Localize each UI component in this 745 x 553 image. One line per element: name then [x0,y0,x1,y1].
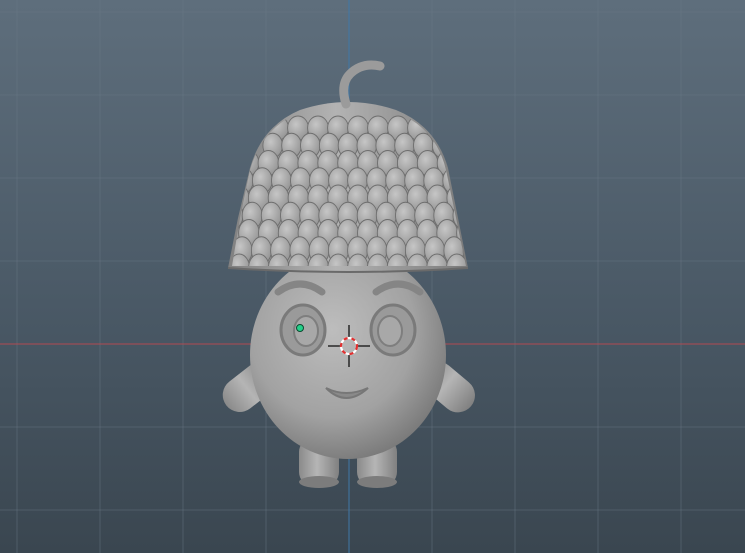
cap-scale [194,237,214,265]
cap-scale [486,254,507,282]
cap-scale [179,220,200,247]
viewport-scene[interactable] [0,0,745,553]
cap-scale [174,237,194,265]
acorn-cap [150,102,547,282]
cap-scale [442,167,464,194]
cap-scale [465,253,466,266]
3d-viewport[interactable] [0,0,745,553]
cap-scale [150,254,171,282]
cap-scale [506,254,527,282]
cap-scale [496,220,517,247]
cap-scale [199,220,220,247]
cap-scale [491,202,511,229]
right-eye [369,303,417,357]
object-origin-pivot[interactable] [296,324,304,332]
cap-scale [467,185,488,211]
cap-scale [482,237,502,265]
cap-scale [472,202,492,229]
cap-scale [526,254,547,282]
acorn-character-model[interactable] [150,60,547,488]
cap-scale [209,254,230,282]
cap-scale [502,237,522,265]
cap-scale [476,220,497,247]
cap-scale [170,254,191,282]
cap-scale [521,237,541,265]
cap-scale [204,202,224,229]
cap-scale [232,167,254,194]
cap-scale [189,254,210,282]
cap-scale [209,185,230,211]
cap-scale [461,167,466,194]
